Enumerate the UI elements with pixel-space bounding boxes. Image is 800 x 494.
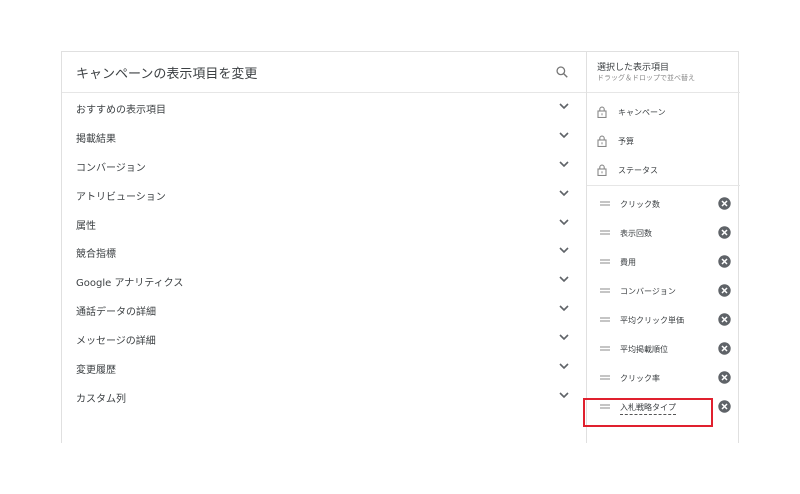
remove-circle-icon[interactable] [718,284,731,297]
chevron-down-icon[interactable] [559,190,569,197]
category-pane: キャンペーンの表示項目を変更 おすすめの表示項目 掲載結果コンバージョンアトリビュ… [62,52,586,443]
selected-column-label: 表示回数 [620,229,652,238]
search-icon[interactable] [555,65,569,79]
category-item[interactable]: カスタム列 [62,382,586,411]
remove-circle-icon[interactable] [718,313,731,326]
locked-column-item: 予算 [587,126,740,155]
chevron-down-icon[interactable] [559,334,569,341]
drag-handle-icon[interactable] [600,288,610,293]
category-item[interactable]: アトリビューション [62,180,586,209]
category-item[interactable]: コンバージョン [62,151,586,180]
category-header: キャンペーンの表示項目を変更 [62,52,586,93]
category-label: Google アナリティクス [76,278,184,290]
category-item[interactable]: 変更履歴 [62,353,586,382]
category-item[interactable]: おすすめの表示項目 [62,93,586,122]
remove-circle-icon[interactable] [718,197,731,210]
lock-icon [597,164,607,176]
category-item[interactable]: 属性 [62,209,586,238]
category-label: コンバージョン [76,162,146,174]
selected-column-item[interactable]: 平均クリック単価 [587,306,740,335]
drag-handle-icon[interactable] [600,317,610,322]
selected-column-item[interactable]: クリック率 [587,364,740,393]
category-list: おすすめの表示項目 掲載結果コンバージョンアトリビューション 属性競合指標 Googl… [62,93,586,411]
selected-column-item[interactable]: 費用 [587,248,740,277]
selected-column-item[interactable]: クリック数 [587,190,740,219]
chevron-down-icon[interactable] [559,103,569,110]
chevron-down-icon[interactable] [559,392,569,399]
chevron-down-icon[interactable] [559,276,569,283]
lock-icon [597,135,607,147]
chevron-down-icon[interactable] [559,363,569,370]
drag-handle-icon[interactable] [600,346,610,351]
category-label: 掲載結果 [76,133,116,145]
lock-icon [597,106,607,118]
column-editor-panel: キャンペーンの表示項目を変更 おすすめの表示項目 掲載結果 コンバージョン アトリビュ… [61,51,740,443]
category-item[interactable]: Google アナリティクス [62,266,586,295]
category-label: 属性 [76,220,96,232]
category-item[interactable]: 競合指標 [62,237,586,266]
category-label: 変更履歴 [76,365,116,377]
remove-circle-icon[interactable] [718,371,731,384]
locked-column-item: ステータス [587,155,740,184]
locked-columns-list: キャンペーン 予算ステータス [587,93,740,186]
drag-handle-icon[interactable] [600,259,610,264]
selected-column-label: コンバージョン [620,287,676,296]
selected-columns-list: クリック数 表示回数 費用 コンバージョン 平均クリック単価 平均掲載順位 クリック率 入札戦… [587,186,740,422]
category-label: おすすめの表示項目 [76,105,166,116]
category-item[interactable]: 通話データの詳細 [62,295,586,324]
remove-circle-icon[interactable] [718,342,731,355]
category-label: メッセージの詳細 [76,336,156,348]
selected-column-label: 平均掲載順位 [620,345,668,354]
selected-subtitle: ドラッグ＆ドロップで並べ替え [597,74,695,82]
chevron-down-icon[interactable] [559,132,569,139]
selected-column-label: クリック数 [620,200,660,209]
selected-column-label: クリック率 [620,374,660,383]
category-label: 競合指標 [76,249,116,261]
drag-handle-icon[interactable] [600,230,610,235]
selected-column-item[interactable]: 表示回数 [587,219,740,248]
chevron-down-icon[interactable] [559,161,569,168]
page-title: キャンペーンの表示項目を変更 [76,67,258,82]
drag-handle-icon[interactable] [600,201,610,206]
remove-circle-icon[interactable] [718,226,731,239]
locked-column-item: キャンペーン [587,97,740,126]
chevron-down-icon[interactable] [559,305,569,312]
category-label: 通話データの詳細 [76,307,156,319]
locked-column-label: キャンペーン [618,108,666,117]
selected-header: 選択した表示項目 ドラッグ＆ドロップで並べ替え [587,52,740,93]
locked-column-label: 予算 [618,137,634,146]
drag-handle-icon[interactable] [600,375,610,380]
remove-circle-icon[interactable] [718,400,731,413]
selected-column-label: 平均クリック単価 [620,316,684,325]
selected-column-item[interactable]: コンバージョン [587,277,740,306]
remove-circle-icon[interactable] [718,255,731,268]
locked-column-label: ステータス [618,166,658,175]
category-item[interactable]: 掲載結果 [62,122,586,151]
selected-column-label: 費用 [620,258,636,267]
chevron-down-icon[interactable] [559,247,569,254]
selected-column-item[interactable]: 平均掲載順位 [587,335,740,364]
category-label: アトリビューション [76,191,166,203]
category-item[interactable]: メッセージの詳細 [62,324,586,353]
highlight-box [583,398,713,427]
selected-columns-pane: 選択した表示項目 ドラッグ＆ドロップで並べ替え キャンペーン 予算ステータス クリ… [586,52,740,443]
selected-title: 選択した表示項目 [597,63,670,73]
chevron-down-icon[interactable] [559,218,569,226]
category-label: カスタム列 [76,393,126,405]
